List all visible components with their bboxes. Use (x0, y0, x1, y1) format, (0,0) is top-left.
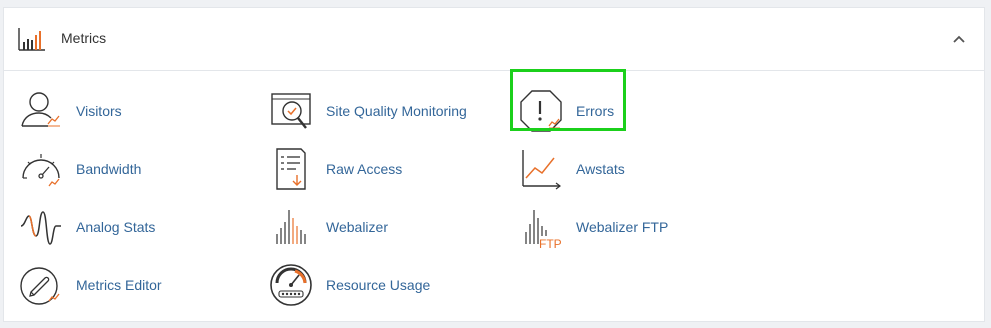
bar-chart-icon (18, 28, 45, 51)
awstats-label[interactable]: Awstats (576, 161, 625, 177)
raw-access-link[interactable]: Raw Access (268, 146, 498, 196)
webalizer-ftp-link[interactable]: FTP Webalizer FTP (518, 204, 748, 254)
resource-usage-label[interactable]: Resource Usage (326, 277, 430, 293)
awstats-icon (522, 150, 561, 190)
analog-stats-label[interactable]: Analog Stats (76, 219, 155, 235)
ftp-icon-text: FTP (539, 237, 562, 250)
webalizer-icon (276, 210, 306, 244)
visitors-link[interactable]: Visitors (18, 88, 248, 138)
webalizer-ftp-icon: FTP (525, 210, 562, 250)
webalizer-ftp-label[interactable]: Webalizer FTP (576, 219, 668, 235)
resource-usage-link[interactable]: Resource Usage (268, 262, 498, 312)
analog-stats-icon (20, 211, 61, 245)
awstats-link[interactable]: Awstats (518, 146, 748, 196)
webalizer-label[interactable]: Webalizer (326, 219, 388, 235)
resource-usage-icon (270, 264, 312, 306)
panel-title: Metrics (61, 30, 107, 46)
panel-header[interactable]: Metrics (4, 8, 984, 71)
bandwidth-link[interactable]: Bandwidth (18, 146, 248, 196)
errors-link[interactable]: Errors (518, 88, 638, 138)
bandwidth-icon (22, 154, 60, 187)
metrics-editor-icon (20, 267, 60, 305)
raw-access-label[interactable]: Raw Access (326, 161, 402, 177)
visitors-label[interactable]: Visitors (76, 103, 122, 119)
webalizer-link[interactable]: Webalizer (268, 204, 498, 254)
analog-stats-link[interactable]: Analog Stats (18, 204, 248, 254)
site-quality-icon (271, 93, 311, 129)
chevron-up-icon[interactable] (948, 28, 970, 50)
metrics-editor-link[interactable]: Metrics Editor (18, 262, 248, 312)
visitors-icon (21, 92, 60, 127)
site-quality-link[interactable]: Site Quality Monitoring (268, 88, 518, 138)
bandwidth-label[interactable]: Bandwidth (76, 161, 141, 177)
errors-label[interactable]: Errors (576, 103, 614, 119)
raw-access-icon (276, 148, 306, 190)
errors-icon (520, 90, 562, 132)
metrics-editor-label[interactable]: Metrics Editor (76, 277, 162, 293)
metrics-panel: Metrics Visitors Site Quality Monitoring (3, 7, 985, 322)
site-quality-label[interactable]: Site Quality Monitoring (326, 103, 467, 119)
